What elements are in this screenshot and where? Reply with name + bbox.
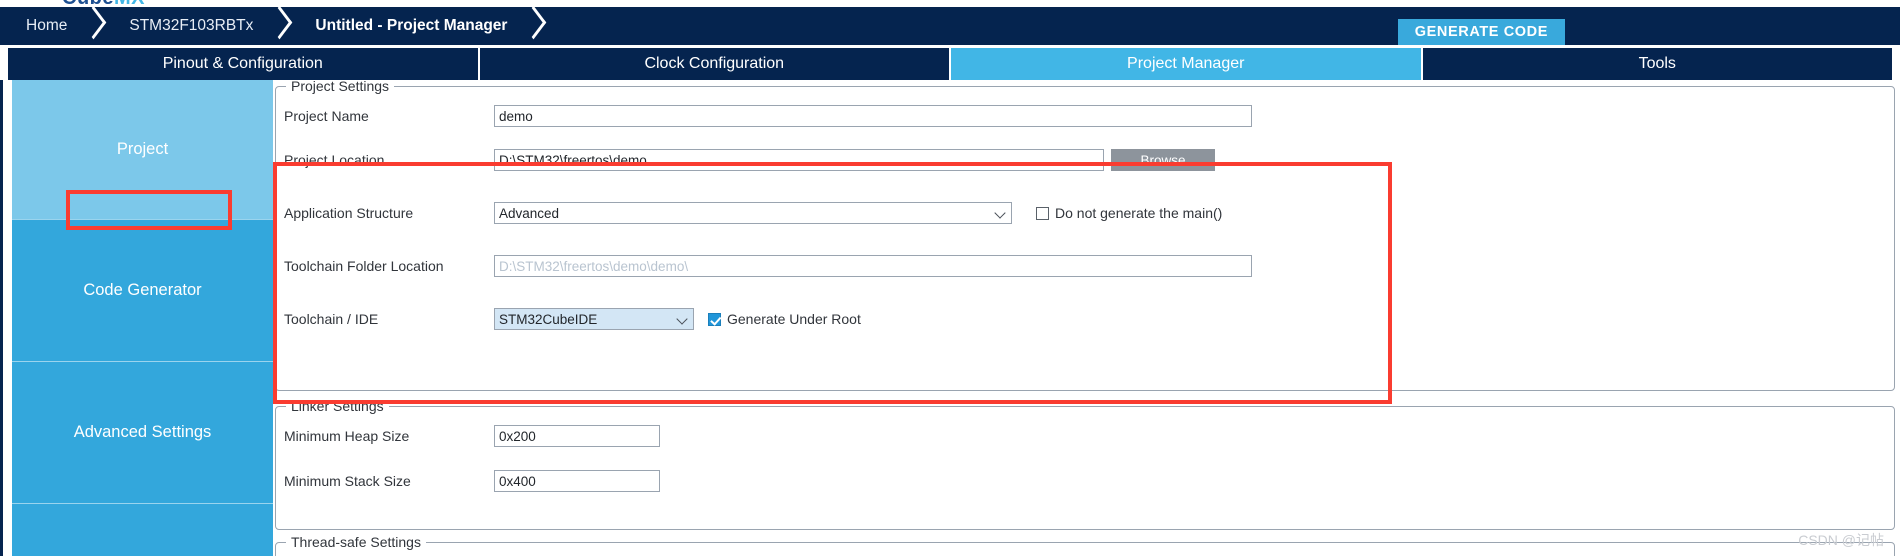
- minimum-heap-size-input[interactable]: [494, 425, 660, 447]
- project-manager-sidebar: Project Code Generator Advanced Settings: [12, 80, 273, 556]
- breadcrumb-label: Home: [26, 17, 68, 34]
- generate-under-root-label: Generate Under Root: [727, 311, 861, 327]
- cubemx-logo: CubeMX: [62, 0, 145, 7]
- window-left-border: [0, 80, 8, 556]
- checkbox-box-icon: [1036, 206, 1049, 220]
- project-name-input[interactable]: [494, 105, 1252, 127]
- sidebar-item-label: Code Generator: [83, 281, 202, 299]
- project-location-label: Project Location: [284, 152, 385, 168]
- sidebar-item-project[interactable]: Project: [12, 80, 273, 220]
- tab-label: Pinout & Configuration: [162, 55, 323, 72]
- project-location-input[interactable]: [494, 149, 1104, 171]
- sidebar-item-code-generator[interactable]: Code Generator: [12, 220, 273, 362]
- minimum-stack-size-label: Minimum Stack Size: [284, 473, 411, 489]
- toolchain-ide-select[interactable]: STM32CubeIDE: [494, 308, 694, 330]
- thread-safe-settings-title: Thread-safe Settings: [286, 534, 426, 550]
- breadcrumb-left-edge: [0, 7, 8, 45]
- tab-label: Clock Configuration: [644, 55, 785, 72]
- breadcrumb-item-home[interactable]: Home: [8, 7, 81, 45]
- window-right-edge: [1896, 48, 1900, 556]
- toolchain-folder-location-input: [494, 255, 1252, 277]
- browse-button[interactable]: Browse: [1111, 149, 1215, 171]
- tab-pinout-configuration[interactable]: Pinout & Configuration: [8, 48, 480, 80]
- application-structure-label: Application Structure: [284, 205, 414, 221]
- tab-clock-configuration[interactable]: Clock Configuration: [479, 48, 951, 80]
- breadcrumb-item-mcu[interactable]: STM32F103RBTx: [111, 7, 267, 45]
- sidebar-item-label: Project: [116, 140, 169, 158]
- tab-project-manager[interactable]: Project Manager: [951, 48, 1423, 80]
- generate-under-root-checkbox[interactable]: Generate Under Root: [708, 308, 861, 330]
- checkbox-checked-icon: [708, 312, 721, 326]
- chevron-right-icon: [81, 7, 111, 45]
- tab-label: Project Manager: [1127, 55, 1245, 72]
- body-area: Project Code Generator Advanced Settings…: [0, 80, 1900, 556]
- chevron-down-icon: [677, 313, 689, 325]
- project-settings-title: Project Settings: [286, 80, 395, 94]
- toolchain-ide-label: Toolchain / IDE: [284, 311, 379, 327]
- logo-text: CubeMX: [62, 0, 145, 7]
- do-not-generate-main-checkbox[interactable]: Do not generate the main(): [1036, 202, 1222, 224]
- do-not-generate-main-label: Do not generate the main(): [1055, 205, 1223, 221]
- project-settings-group: Project Settings Project Name Project Lo…: [275, 80, 1895, 391]
- linker-settings-title: Linker Settings: [286, 398, 389, 414]
- project-manager-content: Project Settings Project Name Project Lo…: [273, 80, 1900, 556]
- chevron-right-icon: [267, 7, 297, 45]
- main-tab-bar: Pinout & Configuration Clock Configurati…: [0, 48, 1900, 80]
- breadcrumb-label: STM32F103RBTx: [129, 17, 254, 34]
- minimum-heap-size-label: Minimum Heap Size: [284, 428, 410, 444]
- breadcrumb: Home STM32F103RBTx Untitled - Project Ma…: [8, 7, 551, 45]
- app-logo-strip: CubeMX: [0, 0, 1900, 7]
- breadcrumb-label: Untitled - Project Manager: [315, 17, 508, 34]
- chevron-right-icon: [521, 7, 551, 45]
- tab-tools[interactable]: Tools: [1422, 48, 1892, 80]
- toolchain-ide-value: STM32CubeIDE: [499, 311, 598, 327]
- minimum-stack-size-input[interactable]: [494, 470, 660, 492]
- sidebar-item-filler: [12, 504, 273, 556]
- tab-label: Tools: [1638, 55, 1676, 72]
- sidebar-item-advanced-settings[interactable]: Advanced Settings: [12, 362, 273, 504]
- sidebar-item-label: Advanced Settings: [73, 423, 212, 441]
- breadcrumb-item-current[interactable]: Untitled - Project Manager: [297, 7, 521, 45]
- breadcrumb-bar: Home STM32F103RBTx Untitled - Project Ma…: [0, 7, 1900, 45]
- watermark: CSDN @记帖: [1798, 532, 1884, 548]
- thread-safe-settings-group: Thread-safe Settings: [275, 534, 1895, 556]
- project-name-label: Project Name: [284, 108, 369, 124]
- generate-code-button[interactable]: GENERATE CODE: [1397, 19, 1565, 45]
- toolchain-folder-location-label: Toolchain Folder Location: [284, 258, 444, 274]
- application-structure-select[interactable]: Advanced: [494, 202, 1012, 224]
- cubemx-window: CubeMX Home STM32F103RBTx Untitled - Pro…: [0, 0, 1900, 556]
- linker-settings-group: Linker Settings Minimum Heap Size Minimu…: [275, 398, 1895, 530]
- application-structure-value: Advanced: [499, 205, 560, 221]
- chevron-down-icon: [995, 207, 1007, 219]
